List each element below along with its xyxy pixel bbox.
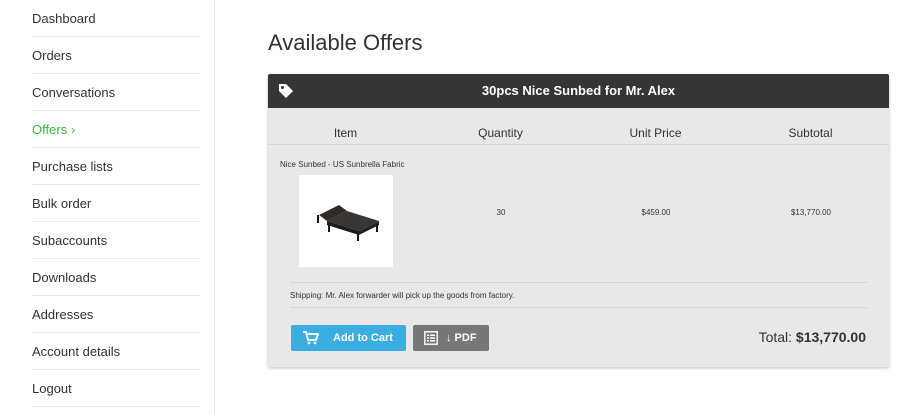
offer-card: 30pcs Nice Sunbed for Mr. Alex Item Quan… — [268, 74, 889, 367]
sidebar-item-orders[interactable]: Orders — [32, 38, 200, 74]
sidebar-item-subaccounts[interactable]: Subaccounts — [32, 223, 200, 259]
item-name: Nice Sunbed - US Sunbrella Fabric — [280, 160, 405, 169]
sidebar-item-downloads[interactable]: Downloads — [32, 260, 200, 296]
sidebar-item-label: Dashboard — [32, 11, 96, 26]
divider — [290, 282, 867, 283]
order-total: Total: $13,770.00 — [759, 329, 866, 345]
item-quantity: 30 — [496, 208, 506, 217]
sidebar-item-label: Purchase lists — [32, 159, 113, 174]
sidebar-item-account-details[interactable]: Account details — [32, 334, 200, 370]
add-to-cart-button[interactable]: Add to Cart — [291, 325, 406, 351]
item-unit-price: $459.00 — [641, 208, 671, 217]
sidebar-item-purchase-lists[interactable]: Purchase lists — [32, 149, 200, 185]
column-header-item: Item — [333, 126, 358, 140]
total-label: Total: — [758, 329, 793, 345]
sidebar-item-label: Conversations — [32, 85, 116, 100]
sidebar-item-label: Account details — [32, 344, 121, 359]
sidebar-item-label: Bulk order — [32, 196, 92, 211]
chevron-right-icon: › — [71, 123, 76, 137]
sidebar-item-label: Orders — [32, 48, 72, 63]
item-subtotal: $13,770.00 — [790, 208, 832, 217]
cart-icon — [303, 331, 319, 345]
add-to-cart-label: Add to Cart — [333, 332, 393, 344]
sidebar-item-label: Addresses — [32, 307, 94, 322]
offer-header: 30pcs Nice Sunbed for Mr. Alex — [268, 74, 889, 108]
page-title: Available Offers — [268, 30, 423, 55]
sidebar-item-label: Logout — [32, 381, 72, 396]
download-pdf-button[interactable]: ↓ PDF — [413, 325, 489, 351]
divider — [268, 144, 889, 145]
sidebar-item-logout[interactable]: Logout — [32, 371, 200, 407]
total-amount: $13,770.00 — [795, 329, 866, 345]
pdf-label: ↓ PDF — [446, 332, 477, 344]
sidebar-item-conversations[interactable]: Conversations — [32, 75, 200, 111]
offer-title: 30pcs Nice Sunbed for Mr. Alex — [481, 83, 676, 98]
sunbed-image — [317, 205, 379, 241]
sidebar-item-label: Offers — [32, 122, 68, 137]
sidebar-item-bulk-order[interactable]: Bulk order — [32, 186, 200, 222]
shipping-note: Shipping: Mr. Alex forwarder will pick u… — [290, 291, 515, 300]
column-header-subtotal: Subtotal — [788, 126, 833, 140]
sidebar-item-label: Downloads — [32, 270, 97, 285]
sidebar: Dashboard Orders Conversations Offers › P… — [0, 0, 215, 414]
sidebar-item-offers[interactable]: Offers › — [32, 112, 200, 148]
sidebar-item-addresses[interactable]: Addresses — [32, 297, 200, 333]
column-header-quantity: Quantity — [478, 126, 523, 140]
document-icon — [424, 331, 438, 345]
product-image[interactable] — [299, 175, 393, 267]
divider — [290, 307, 867, 308]
sidebar-item-label: Subaccounts — [32, 233, 108, 248]
column-header-unit-price: Unit Price — [629, 126, 682, 140]
sidebar-item-dashboard[interactable]: Dashboard — [32, 1, 200, 37]
